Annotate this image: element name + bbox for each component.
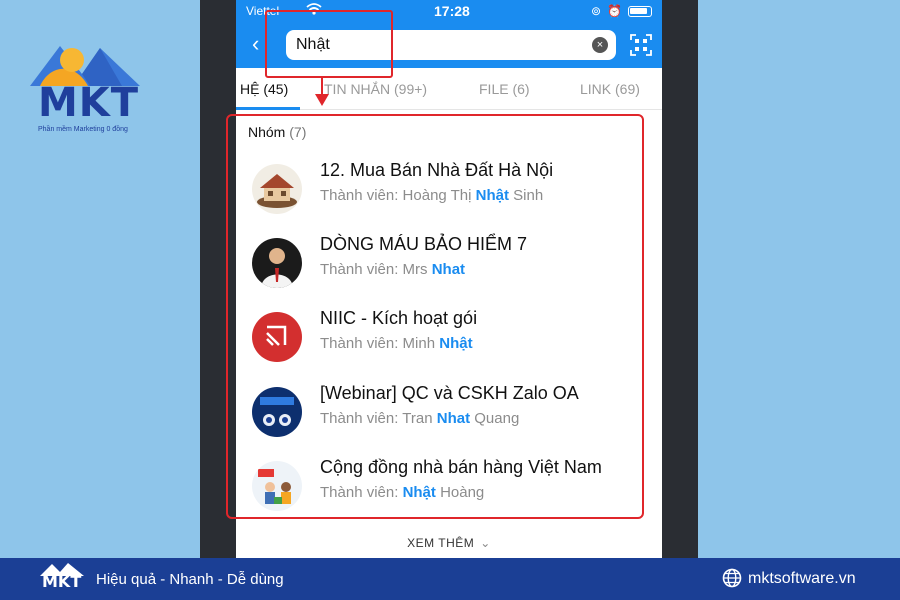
footer-website-link[interactable]: mktsoftware.vn [748, 570, 856, 588]
see-more-button[interactable]: XEM THÊM ⌄ [236, 536, 662, 550]
brand-logo: MKT Phần mềm Marketing 0 đồng [30, 34, 160, 133]
tab-messages[interactable]: TIN NHẮN (99+) [324, 81, 427, 97]
tab-links[interactable]: LINK (69) [580, 81, 640, 97]
tab-files[interactable]: FILE (6) [479, 81, 530, 97]
alarm-icon: ⏰ [607, 4, 622, 18]
active-tab-indicator [236, 107, 300, 110]
battery-icon [628, 5, 652, 17]
status-time: 17:28 [434, 3, 470, 19]
footer-logo-text: MKT [42, 572, 82, 591]
clear-icon[interactable]: × [592, 37, 608, 53]
search-highlight-box [265, 10, 393, 78]
brand-tagline: Phần mềm Marketing 0 đồng [38, 126, 128, 133]
see-more-label: XEM THÊM [407, 536, 475, 550]
chevron-down-icon: ⌄ [480, 536, 491, 550]
qr-scan-icon[interactable] [630, 34, 652, 61]
back-arrow-icon[interactable]: ‹ [252, 33, 259, 55]
footer-slogan: Hiệu quả - Nhanh - Dễ dùng [96, 571, 284, 588]
results-highlight-box [226, 114, 644, 519]
globe-icon [722, 568, 742, 593]
annotation-arrow-icon [315, 94, 329, 106]
rotation-lock-icon: ⊚ [590, 4, 602, 18]
tab-contacts[interactable]: HỆ (45) [240, 81, 288, 97]
footer-bar: MKT Hiệu quả - Nhanh - Dễ dùng mktsoftwa… [0, 558, 900, 600]
logo-mountain-icon [30, 34, 160, 86]
status-indicators: ⊚ ⏰ [591, 4, 652, 18]
brand-name: MKT [38, 80, 140, 126]
